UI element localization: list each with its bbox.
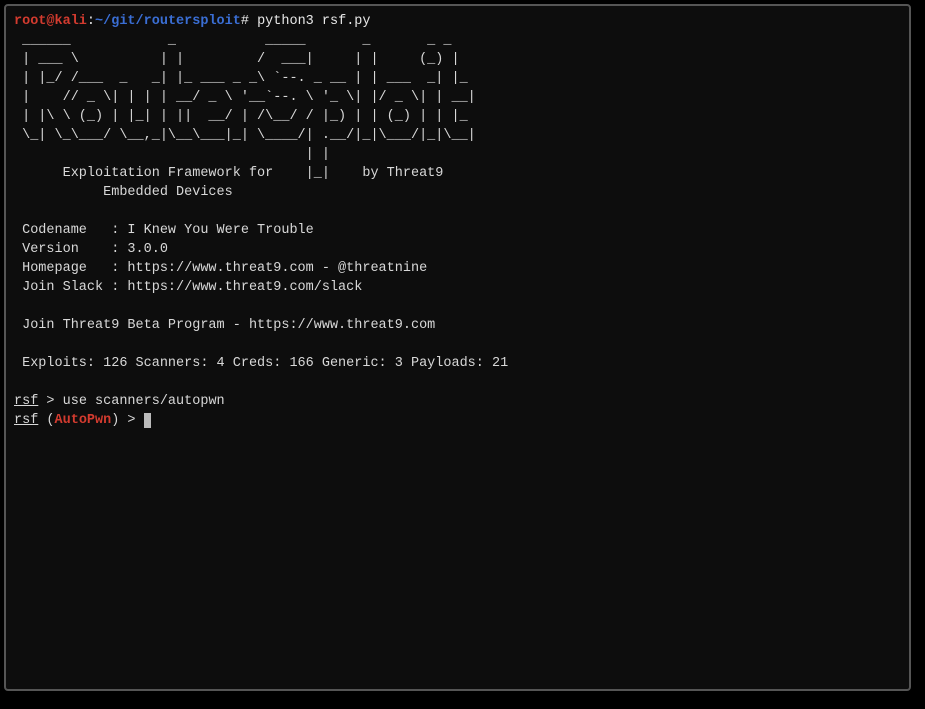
info-slack: Join Slack : https://www.threat9.com/sla… <box>14 278 901 297</box>
info-homepage: Homepage : https://www.threat9.com - @th… <box>14 259 901 278</box>
module-name: AutoPwn <box>55 413 112 428</box>
ascii-art-line: | | <box>14 145 901 164</box>
banner-tagline: Exploitation Framework for |_| by Threat… <box>14 164 901 183</box>
info-beta: Join Threat9 Beta Program - https://www.… <box>14 316 901 335</box>
ascii-art-line: | |\ \ (_) | |_| | || __/ | /\__/ / |_) … <box>14 107 901 126</box>
prompt-space <box>249 14 257 29</box>
command-entered: python3 rsf.py <box>257 14 370 29</box>
info-version: Version : 3.0.0 <box>14 240 901 259</box>
ascii-art-line: \_| \_\___/ \__,_|\__\___|_| \____/| .__… <box>14 126 901 145</box>
ascii-art-line: | // _ \| | | | __/ _ \ '__`--. \ '_ \| … <box>14 88 901 107</box>
info-codename: Codename : I Knew You Were Trouble <box>14 221 901 240</box>
prompt-open-paren: ( <box>38 413 54 428</box>
rsf-prompt: rsf <box>14 413 38 428</box>
blank-line <box>14 297 901 316</box>
rsf-command-line: rsf > use scanners/autopwn <box>14 392 901 411</box>
blank-line <box>14 202 901 221</box>
prompt-path: ~/git/routersploit <box>95 14 241 29</box>
rsf-command-text: > use scanners/autopwn <box>38 394 224 409</box>
prompt-sep: : <box>87 14 95 29</box>
blank-line <box>14 335 901 354</box>
ascii-art-line: | |_/ /___ _ _| |_ ___ _ _\ `--. _ __ | … <box>14 69 901 88</box>
prompt-close-paren: ) > <box>111 413 143 428</box>
banner-tagline: Embedded Devices <box>14 183 901 202</box>
terminal-window[interactable]: root@kali:~/git/routersploit# python3 rs… <box>4 4 911 691</box>
info-stats: Exploits: 126 Scanners: 4 Creds: 166 Gen… <box>14 354 901 373</box>
blank-line <box>14 373 901 392</box>
ascii-art-line: | ___ \ | | / ___| | | (_) | <box>14 50 901 69</box>
ascii-art-line: ______ _ _____ _ _ _ <box>14 31 901 50</box>
shell-prompt-line: root@kali:~/git/routersploit# python3 rs… <box>14 12 901 31</box>
rsf-prompt: rsf <box>14 394 38 409</box>
prompt-user: root@kali <box>14 14 87 29</box>
rsf-current-prompt-line[interactable]: rsf (AutoPwn) > <box>14 411 901 430</box>
prompt-hash: # <box>241 14 249 29</box>
cursor-icon <box>144 413 151 428</box>
